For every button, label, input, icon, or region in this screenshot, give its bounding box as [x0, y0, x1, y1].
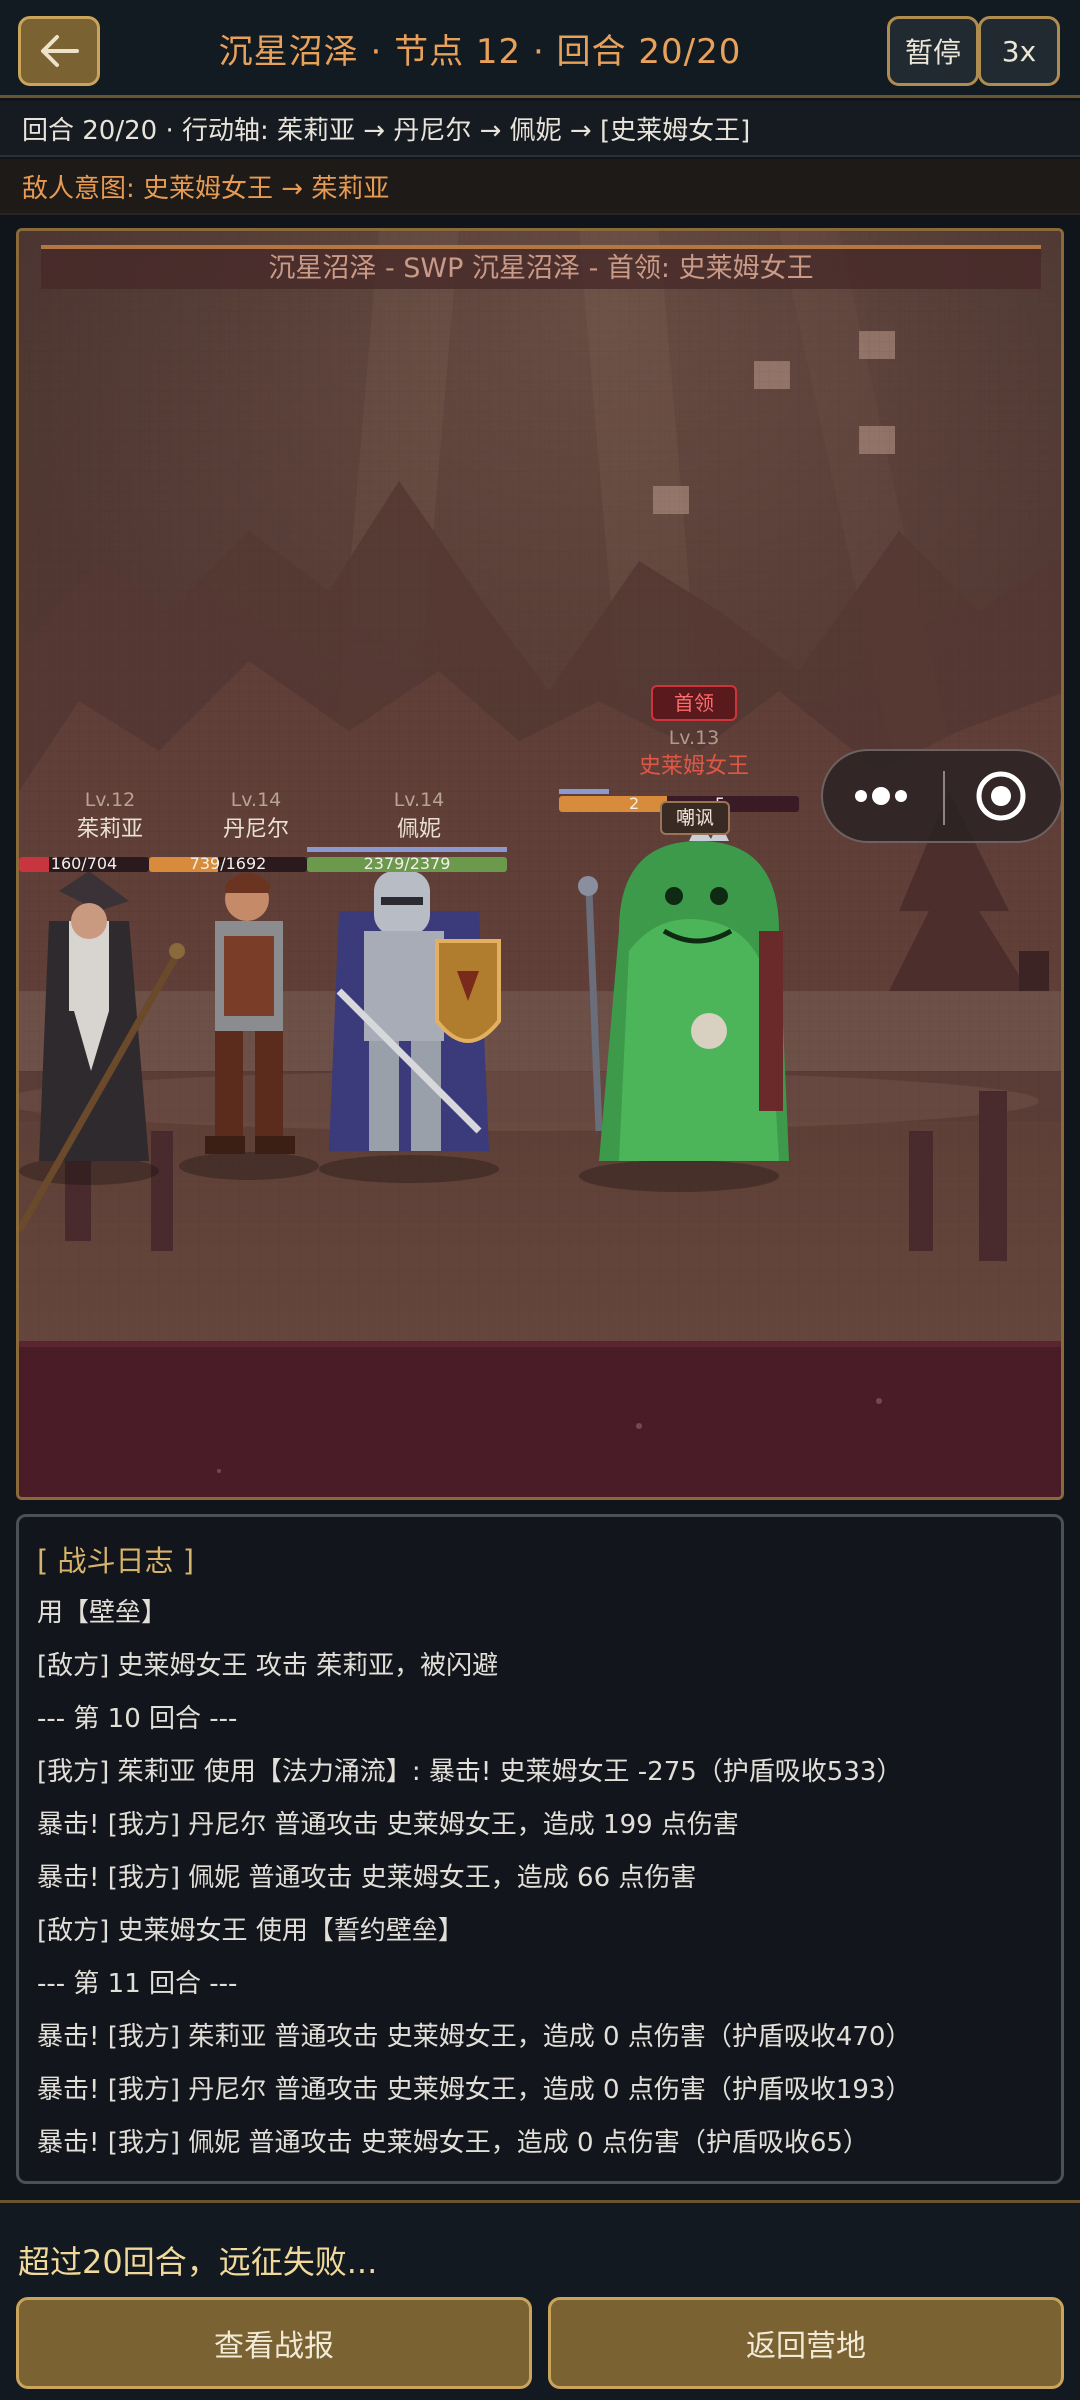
unit-name: 茱莉亚: [76, 817, 143, 842]
log-line: 暴击! [我方] 佩妮 普通攻击 史莱姆女王，造成 0 点伤害（护盾吸收65）: [37, 2128, 869, 2158]
penny-shield-bar: [307, 847, 507, 852]
penny-hp-bar: 2379/2379: [307, 857, 507, 872]
speed-button[interactable]: 3x: [978, 16, 1060, 86]
log-line: 暴击! [我方] 丹尼尔 普通攻击 史莱姆女王，造成 199 点伤害: [37, 1810, 739, 1840]
pause-button[interactable]: 暂停: [887, 16, 979, 86]
turn-order-bar: 回合 20/20 · 行动轴: 茱莉亚 → 丹尼尔 → 佩妮 → [史莱姆女王]: [0, 101, 1080, 157]
log-line: 暴击! [我方] 丹尼尔 普通攻击 史莱姆女王，造成 0 点伤害（护盾吸收193…: [37, 2075, 912, 2105]
log-line: [敌方] 史莱姆女王 攻击 茱莉亚，被闪避: [37, 1651, 499, 1681]
party-unit-penny[interactable]: Lv.14 佩妮: [349, 789, 489, 843]
log-line: --- 第 10 回合 ---: [37, 1704, 238, 1734]
boss-shield-bar: [559, 789, 609, 794]
stage-banner: 沉星沼泽 - SWP 沉星沼泽 - 首领: 史莱姆女王: [41, 245, 1041, 289]
close-miniprogram-button[interactable]: [945, 751, 1061, 841]
unit-level: Lv.14: [230, 789, 282, 811]
battle-log[interactable]: [ 战斗日志 ] 用【壁垒】 [敌方] 史莱姆女王 攻击 茱莉亚，被闪避 ---…: [16, 1514, 1064, 2184]
unit-level: Lv.12: [84, 789, 136, 811]
julia-hp-bar: 160/704: [19, 857, 149, 872]
boss-name[interactable]: 史莱姆女王: [599, 748, 789, 780]
top-bar: 沉星沼泽 · 节点 12 · 回合 20/20 暂停 3x: [0, 0, 1080, 98]
view-report-button[interactable]: 查看战报: [16, 2297, 532, 2389]
hp-text: 160/704: [50, 857, 118, 872]
log-line: [敌方] 史莱姆女王 使用【誓约壁垒】: [37, 1916, 464, 1946]
unit-name: 丹尼尔: [222, 817, 289, 842]
battle-scene: 沉星沼泽 - SWP 沉星沼泽 - 首领: 史莱姆女王 Lv.12 茱莉亚 16…: [16, 228, 1064, 1500]
more-dots-icon: [855, 787, 907, 805]
penny-sprite: [329, 871, 501, 1151]
log-line: 用【壁垒】: [37, 1598, 168, 1628]
taunt-status-badge: 嘲讽: [660, 801, 730, 835]
log-line: --- 第 11 回合 ---: [37, 1969, 238, 1999]
miniprogram-capsule: [821, 749, 1061, 843]
result-footer: 超过20回合，远征失败... 查看战报 返回营地: [0, 2200, 1080, 2400]
more-options-button[interactable]: [823, 751, 943, 841]
unit-name: 佩妮: [396, 817, 441, 842]
log-line: [我方] 茱莉亚 使用【法力涌流】: 暴击! 史莱姆女王 -275（护盾吸收53…: [37, 1757, 903, 1787]
hp-text: 2379/2379: [363, 857, 451, 872]
target-close-icon: [976, 771, 1026, 821]
hp-text: 739/1692: [189, 857, 267, 872]
log-line: 暴击! [我方] 佩妮 普通攻击 史莱姆女王，造成 66 点伤害: [37, 1863, 697, 1893]
arrow-left-icon: [41, 35, 79, 67]
unit-level: Lv.14: [393, 789, 445, 811]
boss-level: Lv.13: [668, 727, 720, 749]
boss-hp-text-left: 2: [629, 796, 640, 812]
daniel-hp-bar: 739/1692: [149, 857, 307, 872]
result-message: 超过20回合，远征失败...: [18, 2243, 378, 2281]
back-button[interactable]: [18, 16, 100, 86]
return-camp-button[interactable]: 返回营地: [548, 2297, 1064, 2389]
battle-log-title: [ 战斗日志 ]: [37, 1544, 195, 1578]
enemy-intent-bar: 敌人意图: 史莱姆女王 → 茱莉亚: [0, 159, 1080, 215]
boss-hp-fill: [559, 796, 667, 812]
party-unit-daniel[interactable]: Lv.14 丹尼尔: [191, 789, 321, 843]
boss-tag: 首领: [651, 685, 737, 721]
page-title: 沉星沼泽 · 节点 12 · 回合 20/20: [218, 32, 742, 72]
log-line: 暴击! [我方] 茱莉亚 普通攻击 史莱姆女王，造成 0 点伤害（护盾吸收470…: [37, 2022, 912, 2052]
party-unit-julia[interactable]: Lv.12 茱莉亚: [55, 789, 165, 843]
